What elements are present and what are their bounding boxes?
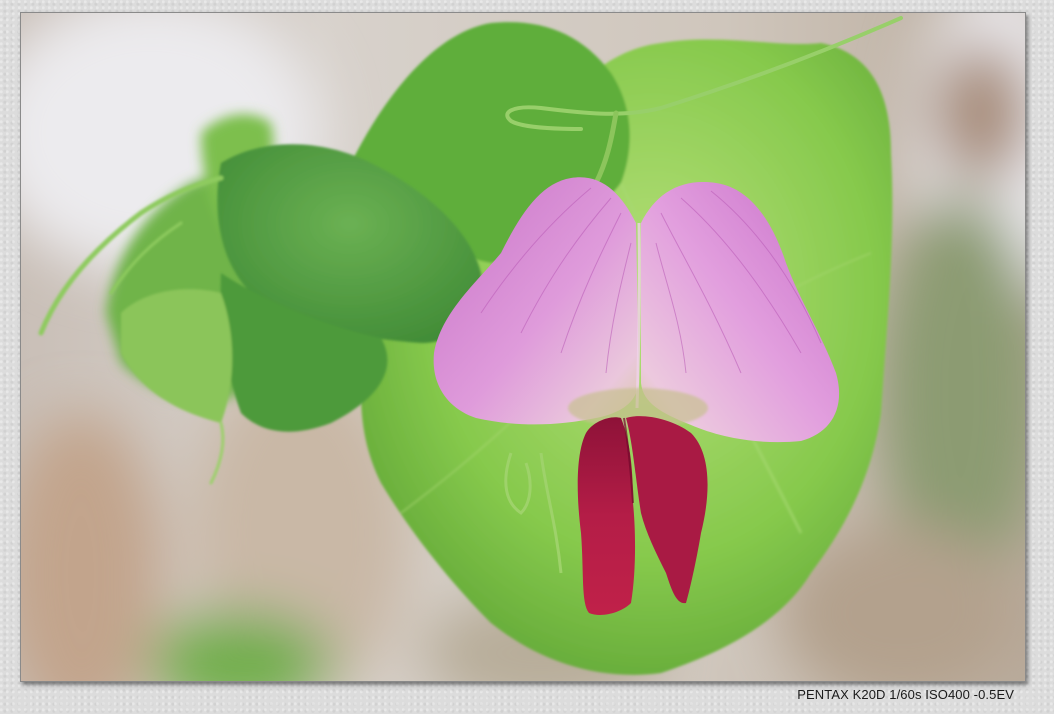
photo-frame	[20, 12, 1026, 682]
camera-info-caption: PENTAX K20D 1/60s ISO400 -0.5EV	[797, 687, 1014, 702]
pea-flower-photo	[21, 13, 1025, 681]
